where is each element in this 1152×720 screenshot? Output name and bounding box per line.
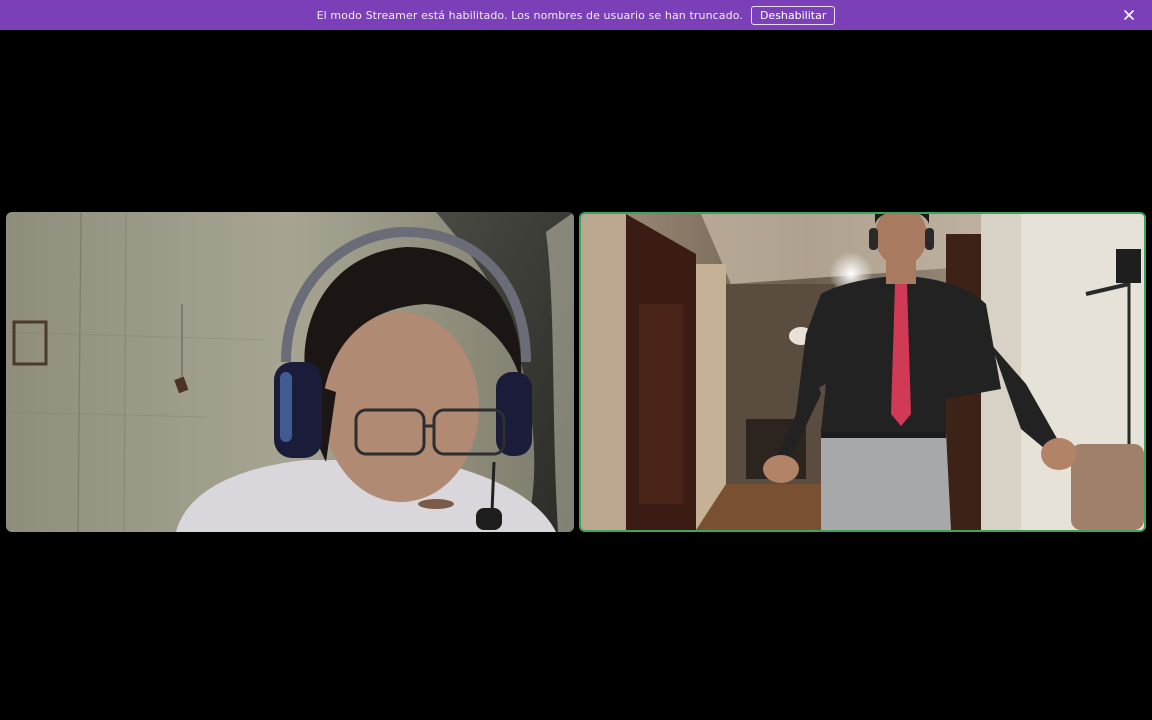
video-frame-image [6, 212, 574, 532]
notice-text: El modo Streamer está habilitado. Los no… [316, 8, 743, 22]
disable-streamer-mode-button[interactable]: Deshabilitar [750, 5, 836, 25]
call-stage: El modo Streamer está habilitado. Los no… [0, 0, 1152, 720]
streamer-mode-notice: El modo Streamer está habilitado. Los no… [0, 0, 1152, 30]
video-frame-image [581, 214, 1144, 530]
participant-video-1[interactable] [6, 212, 574, 532]
participant-video-2[interactable] [579, 212, 1146, 532]
close-icon[interactable] [1122, 8, 1136, 22]
